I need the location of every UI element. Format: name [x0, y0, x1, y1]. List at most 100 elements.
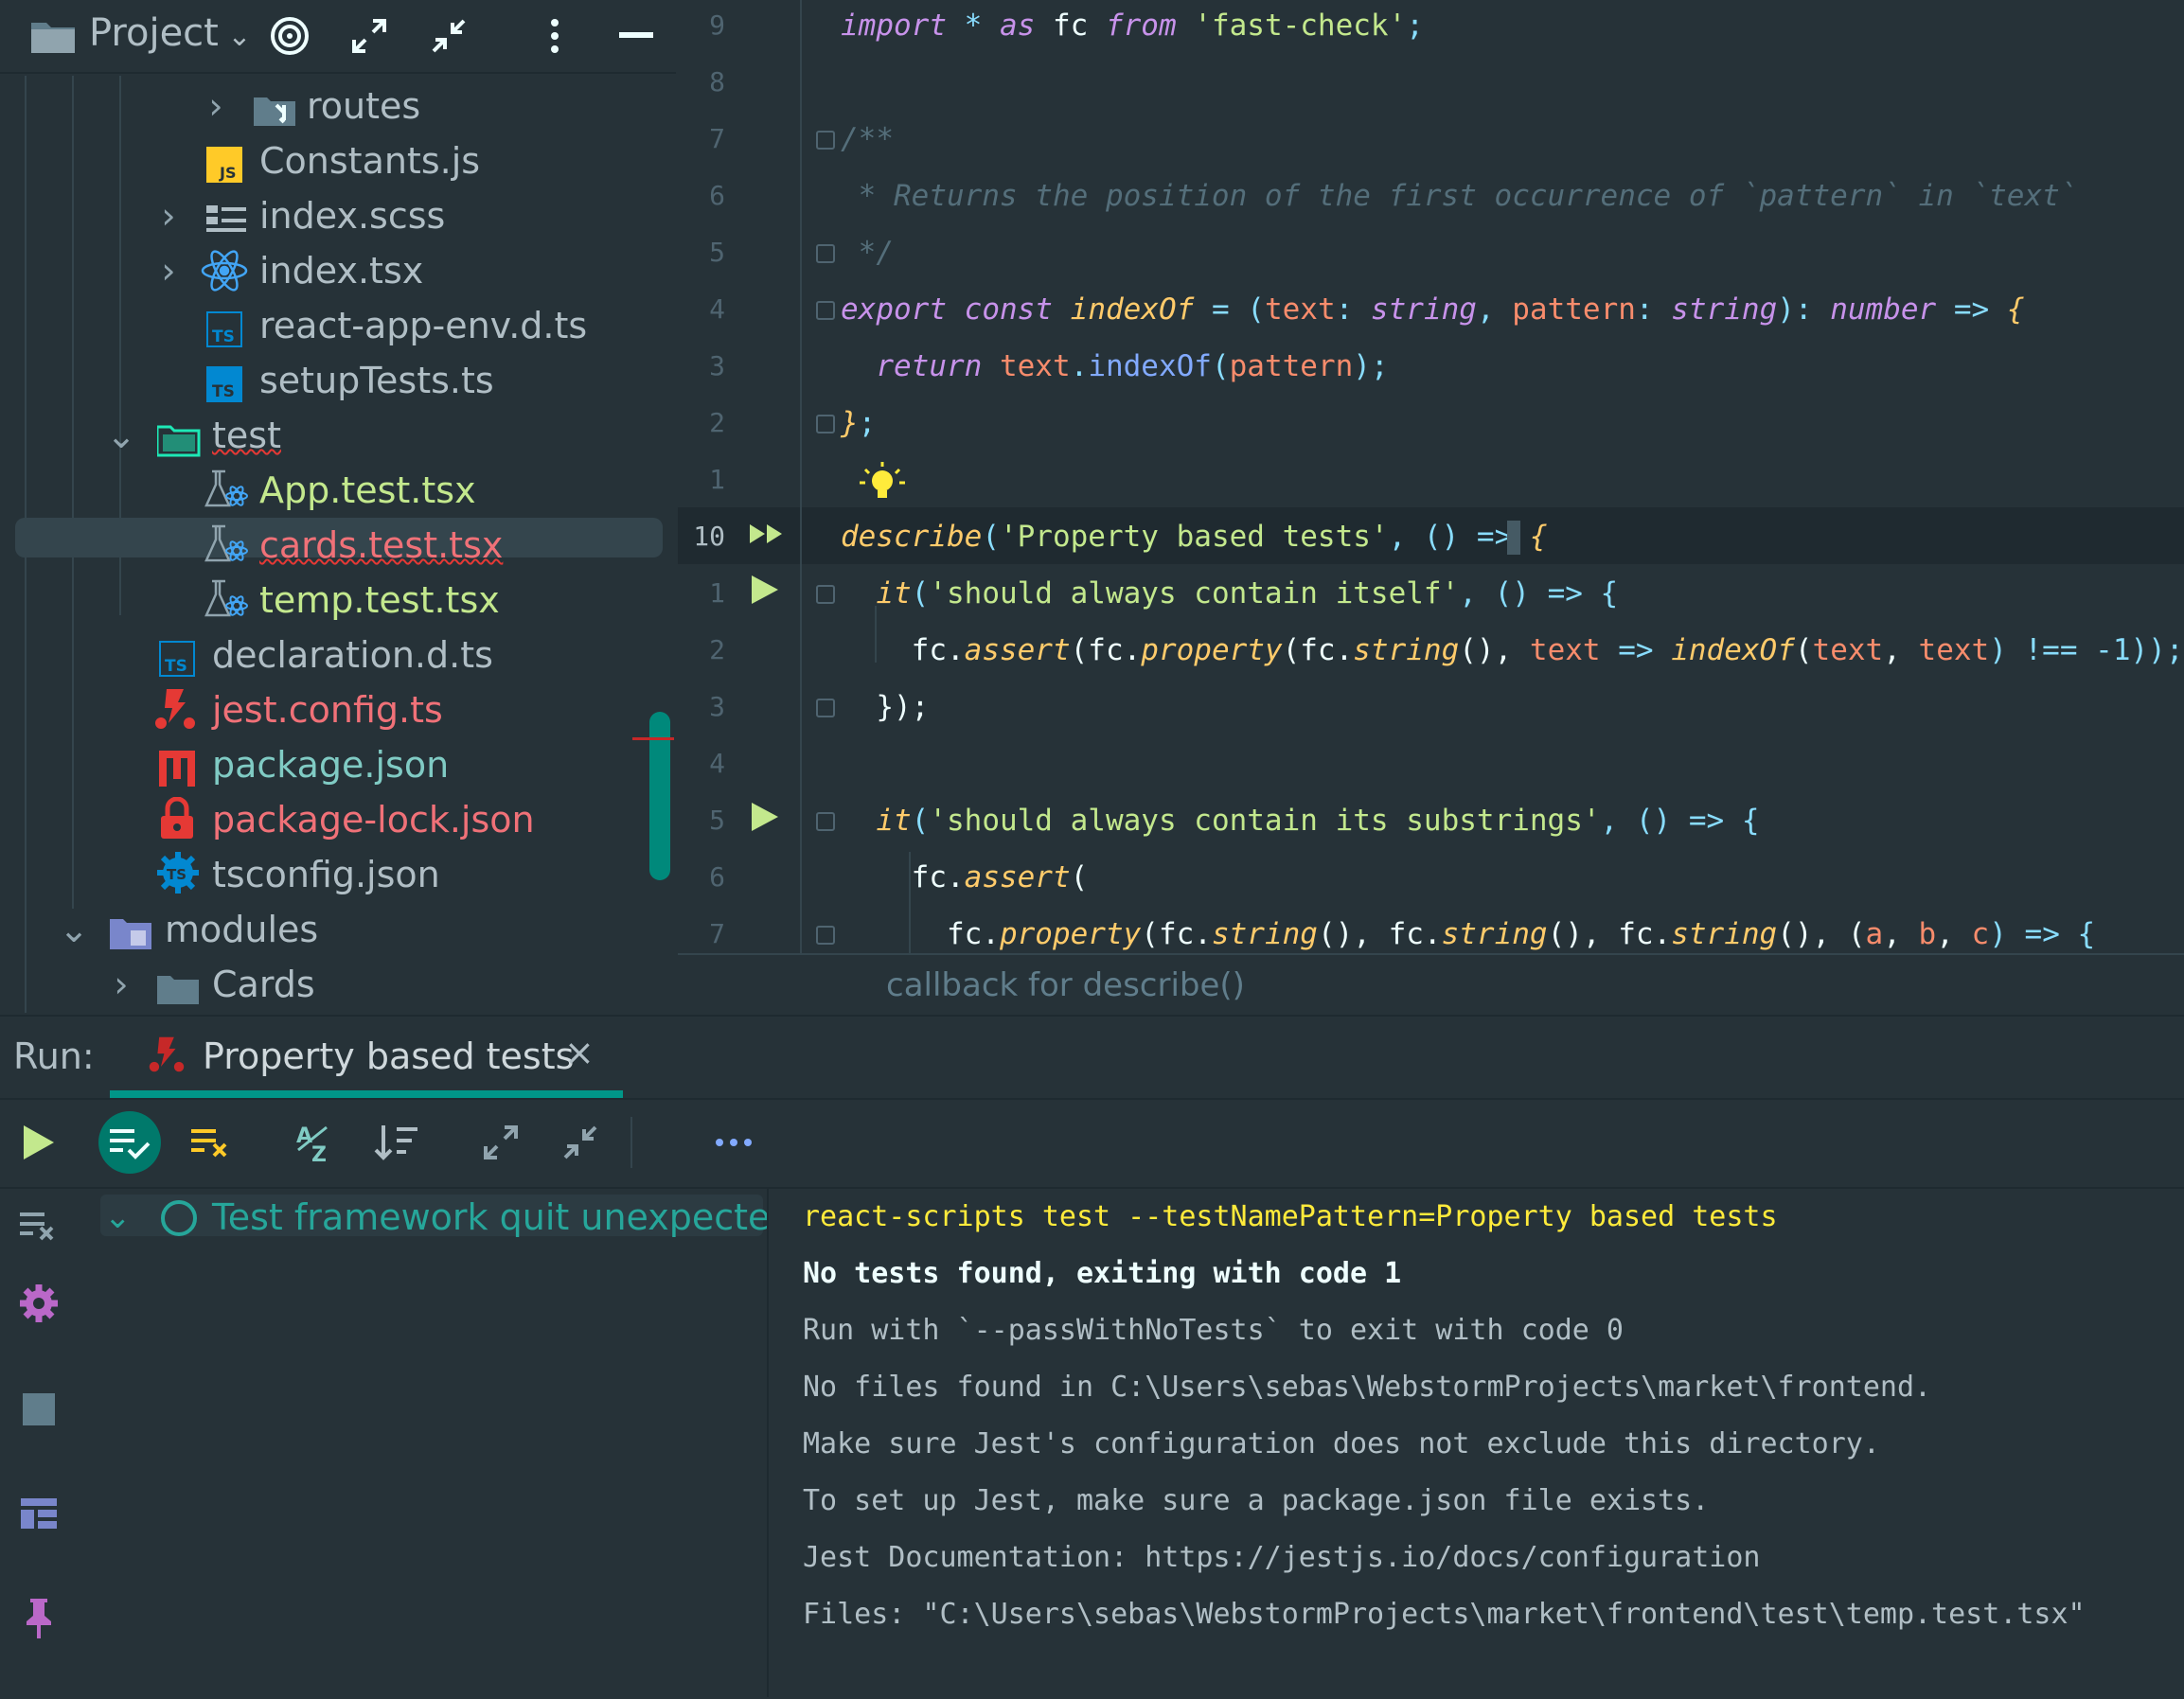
toolbar-divider	[630, 1117, 632, 1168]
code-line[interactable]: fc.property(fc.string(), fc.string(), fc…	[841, 909, 2095, 960]
sort-alphabetically-icon[interactable]: AZ	[284, 1111, 346, 1174]
fold-marker-icon[interactable]	[816, 301, 835, 320]
tree-item-package-lock[interactable]: package-lock.json	[0, 793, 663, 846]
svg-text:TS: TS	[212, 382, 235, 401]
fold-marker-icon[interactable]	[816, 926, 835, 945]
sort-by-duration-icon[interactable]	[365, 1111, 428, 1174]
code-token: :	[1635, 292, 1672, 327]
code-line[interactable]: */	[841, 227, 894, 278]
tree-item-routes[interactable]: › routes	[0, 80, 663, 133]
show-passed-icon[interactable]	[98, 1111, 161, 1174]
code-line[interactable]: import * as fc from 'fast-check';	[841, 0, 1424, 51]
chevron-down-icon[interactable]: ⌄	[55, 903, 93, 956]
code-token: from	[1105, 9, 1177, 43]
code-line[interactable]: /**	[841, 114, 894, 165]
code-line[interactable]: it('should always contain itself', () =>…	[841, 568, 1618, 619]
pin-tab-icon[interactable]	[13, 1592, 64, 1643]
react-test-file-icon	[204, 522, 248, 562]
tree-item-react-app-env[interactable]: TS react-app-env.d.ts	[0, 299, 663, 352]
code-token: .	[1070, 349, 1089, 383]
code-line[interactable]: describe('Property based tests', () => {	[841, 511, 1548, 562]
npm-file-icon	[159, 748, 199, 787]
collapse-all-icon[interactable]	[422, 9, 475, 62]
code-line[interactable]: export const indexOf = (text: string, pa…	[841, 284, 2025, 335]
stop-icon[interactable]	[13, 1384, 64, 1435]
project-view-selector[interactable]: Project ⌄	[89, 11, 252, 55]
fold-marker-icon[interactable]	[816, 812, 835, 831]
tree-item-modules[interactable]: ⌄ modules	[0, 903, 663, 956]
code-token: ) => {	[1989, 917, 2096, 951]
expand-all-icon[interactable]	[343, 9, 396, 62]
code-token: string	[1671, 917, 1778, 951]
code-token: ,	[1883, 917, 1919, 951]
tree-item-declaration[interactable]: TS declaration.d.ts	[0, 628, 663, 681]
tab-property-based-tests[interactable]: Property based tests ×	[110, 1015, 623, 1098]
line-number: 9	[709, 9, 725, 41]
code-line[interactable]: fc.assert(	[841, 852, 1089, 903]
chevron-right-icon[interactable]: ›	[102, 958, 140, 1011]
console-output[interactable]: react-scripts test --testNamePattern=Pro…	[769, 1187, 2184, 1697]
code-line[interactable]: * Returns the position of the first occu…	[841, 170, 2078, 221]
code-token: (), fc.	[1547, 917, 1672, 951]
more-options-icon[interactable]	[528, 9, 581, 62]
code-token: (	[982, 520, 1000, 554]
chevron-down-icon[interactable]: ⌄	[102, 409, 140, 462]
typescript-file-icon: TS	[159, 638, 199, 677]
tree-item-cards-test[interactable]: cards.test.tsx	[0, 519, 663, 572]
show-ignored-icon[interactable]	[180, 1111, 242, 1174]
close-tab-icon[interactable]: ×	[564, 1032, 595, 1073]
run-all-tests-gutter-icon[interactable]	[750, 522, 784, 549]
tree-item-tsconfig[interactable]: TS tsconfig.json	[0, 848, 663, 901]
fold-marker-icon[interactable]	[816, 585, 835, 604]
code-token: (	[1794, 633, 1813, 667]
tree-item-cards-folder[interactable]: › Cards	[0, 958, 663, 1011]
more-options-icon[interactable]	[702, 1111, 765, 1174]
tree-item-setuptests[interactable]: TS setupTests.ts	[0, 354, 663, 407]
tree-item-test-folder[interactable]: ⌄ test	[0, 409, 663, 462]
chevron-down-icon[interactable]: ⌄	[104, 1198, 132, 1236]
rerun-icon[interactable]	[8, 1111, 70, 1174]
hide-panel-icon[interactable]	[610, 9, 663, 62]
code-token: (	[1211, 349, 1230, 383]
code-token: it	[876, 804, 912, 838]
code-line[interactable]: fc.assert(fc.property(fc.string(), text …	[841, 625, 2184, 676]
tree-item-temp-test[interactable]: temp.test.tsx	[0, 574, 663, 627]
tree-item-constants-js[interactable]: JS Constants.js	[0, 134, 663, 187]
fold-marker-icon[interactable]	[816, 131, 835, 150]
tree-item-index-tsx[interactable]: › index.tsx	[0, 244, 663, 297]
code-line[interactable]: });	[841, 681, 929, 733]
code-line[interactable]: it('should always contain its substrings…	[841, 795, 1759, 846]
intention-bulb-icon[interactable]	[860, 462, 905, 509]
collapse-all-icon[interactable]	[549, 1111, 612, 1174]
tree-item-app-test[interactable]: App.test.tsx	[0, 464, 663, 517]
code-token: fc	[1035, 9, 1106, 43]
code-token: a	[1865, 917, 1884, 951]
layout-icon[interactable]	[13, 1488, 64, 1539]
tree-item-index-scss[interactable]: › index.scss	[0, 189, 663, 242]
fold-marker-icon[interactable]	[816, 415, 835, 434]
tree-item-package-json[interactable]: package.json	[0, 738, 663, 791]
code-token: fc.	[841, 917, 1000, 951]
fold-marker-icon[interactable]	[816, 699, 835, 717]
clear-output-icon[interactable]	[13, 1200, 64, 1251]
chevron-right-icon[interactable]: ›	[197, 80, 235, 133]
lock-file-icon	[159, 796, 199, 839]
chevron-right-icon[interactable]: ›	[150, 189, 187, 242]
run-test-gutter-icon[interactable]	[752, 803, 778, 835]
tree-item-jest-config[interactable]: jest.config.ts	[0, 683, 663, 736]
editor-breadcrumb[interactable]: callback for describe()	[678, 953, 2184, 1016]
code-line[interactable]: return text.indexOf(pattern);	[841, 341, 1388, 392]
tree-item-label: react-app-env.d.ts	[259, 305, 588, 346]
chevron-right-icon[interactable]: ›	[150, 244, 187, 297]
code-token: * Returns the position of the first occu…	[841, 179, 2078, 213]
run-label: Run:	[13, 1035, 95, 1077]
locate-target-icon[interactable]	[263, 9, 316, 62]
code-token: = (	[1194, 292, 1265, 327]
fold-marker-icon[interactable]	[816, 244, 835, 263]
project-panel: Project ⌄ › routes JS Constants.js › ind…	[0, 0, 676, 1015]
expand-all-icon[interactable]	[470, 1111, 532, 1174]
settings-gear-icon[interactable]	[13, 1278, 64, 1329]
code-line[interactable]: };	[841, 398, 876, 449]
run-test-gutter-icon[interactable]	[752, 575, 778, 608]
